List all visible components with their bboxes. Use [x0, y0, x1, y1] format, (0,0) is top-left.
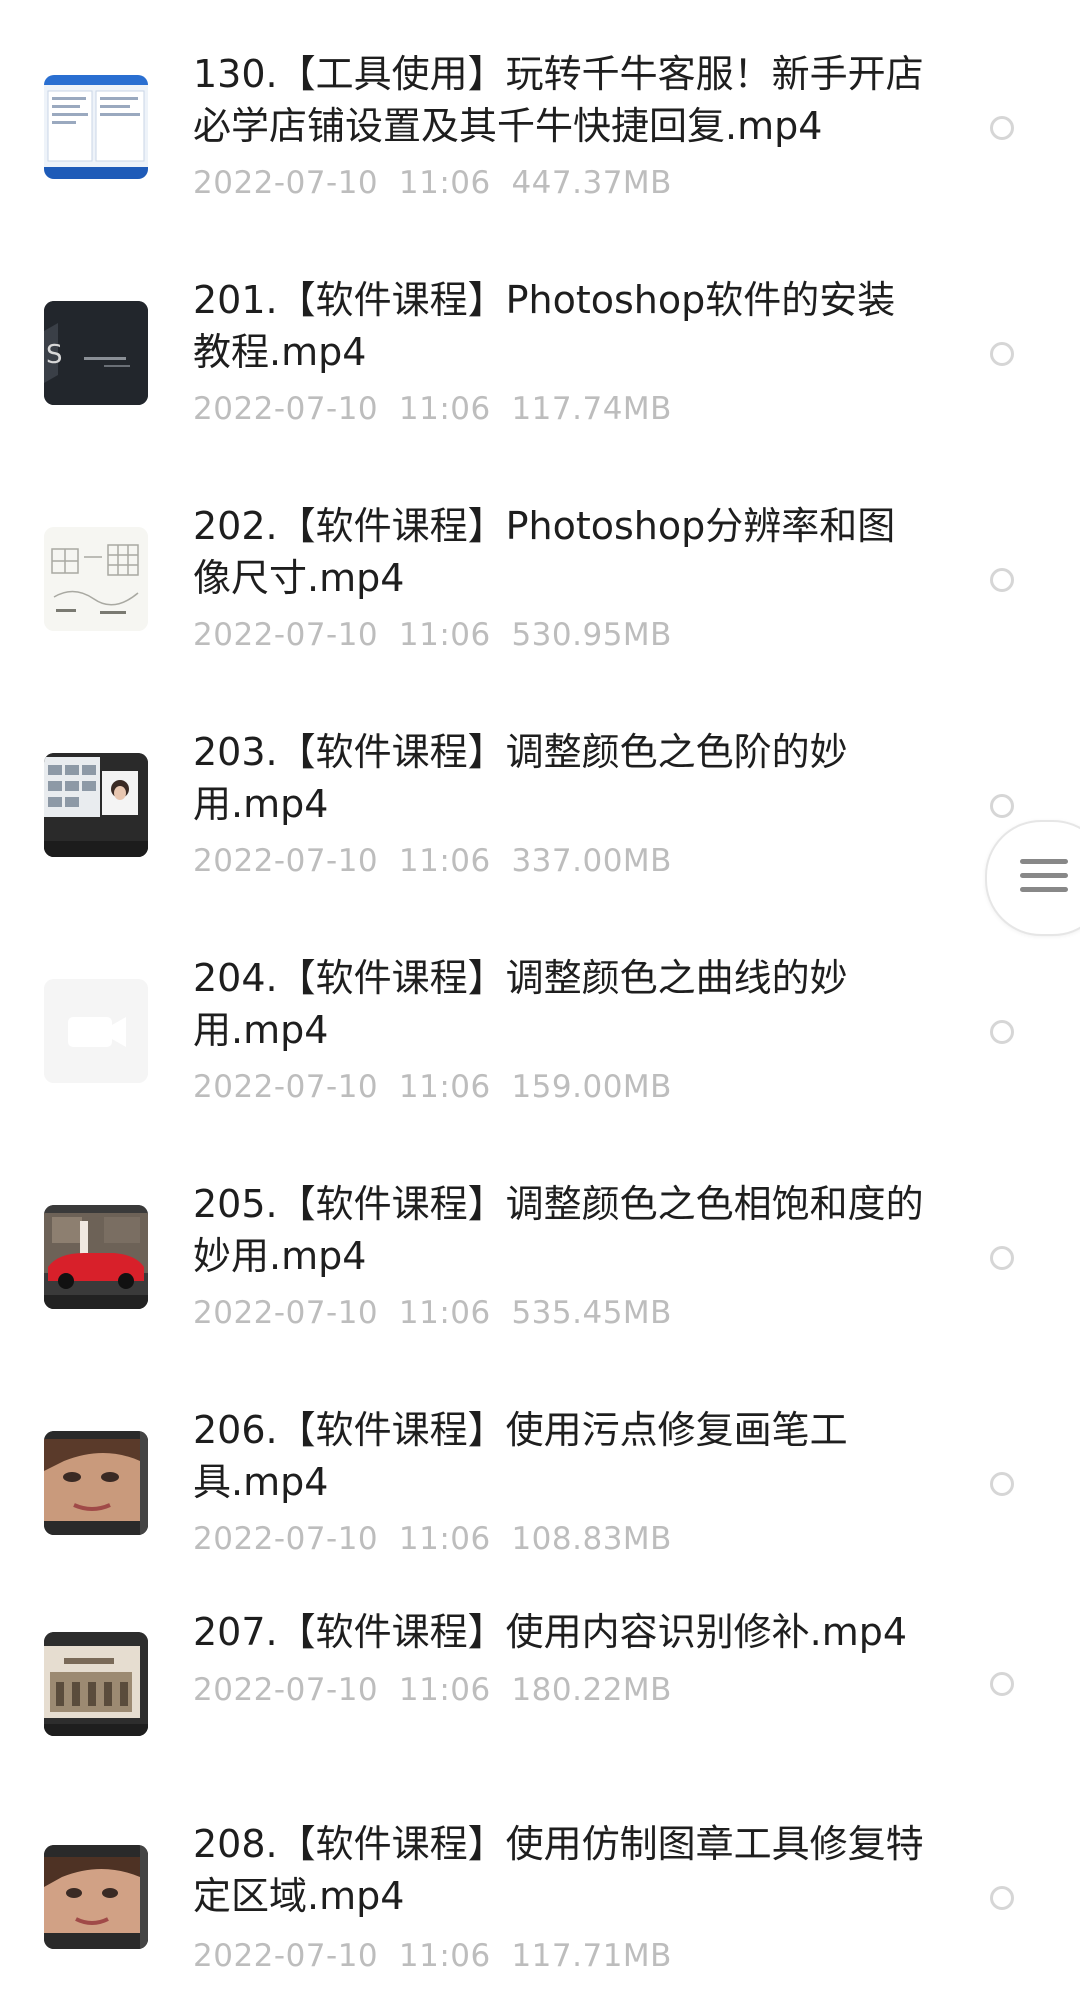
list-item[interactable]: 205.【软件课程】调整颜色之色相饱和度的妙用.mp4 2022-07-10 1…: [0, 1130, 1080, 1356]
file-time: 11:06: [398, 391, 491, 427]
file-meta: 2022-07-10 11:06 180.22MB: [193, 1672, 672, 1708]
file-time: 11:06: [398, 165, 491, 201]
select-radio[interactable]: [990, 116, 1014, 140]
file-date: 2022-07-10: [193, 1069, 379, 1105]
list-item[interactable]: 204.【软件课程】调整颜色之曲线的妙用.mp4 2022-07-10 11:0…: [0, 904, 1080, 1130]
select-radio[interactable]: [990, 342, 1014, 366]
file-meta: 2022-07-10 11:06 108.83MB: [193, 1521, 672, 1557]
file-name: 202.【软件课程】Photoshop分辨率和图像尺寸.mp4: [193, 504, 896, 600]
svg-text:S: S: [46, 340, 63, 370]
file-name: 130.【工具使用】玩转千牛客服！新手开店必学店铺设置及其千牛快捷回复.mp4: [193, 52, 924, 148]
file-size: 117.71MB: [511, 1938, 672, 1974]
select-radio[interactable]: [990, 1246, 1014, 1270]
file-date: 2022-07-10: [193, 1521, 379, 1557]
file-time: 11:06: [398, 1295, 491, 1331]
file-name: 203.【软件课程】调整颜色之色阶的妙用.mp4: [193, 730, 848, 826]
file-name: 205.【软件课程】调整颜色之色相饱和度的妙用.mp4: [193, 1182, 924, 1278]
file-time: 11:06: [398, 1672, 491, 1708]
file-meta: 2022-07-10 11:06 337.00MB: [193, 843, 672, 879]
list-item[interactable]: 202.【软件课程】Photoshop分辨率和图像尺寸.mp4 2022-07-…: [0, 452, 1080, 678]
select-radio[interactable]: [990, 568, 1014, 592]
select-radio[interactable]: [990, 1886, 1014, 1910]
dark-title-slide-thumbnail: S: [44, 301, 148, 405]
file-time: 11:06: [398, 1069, 491, 1105]
file-name: 207.【软件课程】使用内容识别修补.mp4: [193, 1610, 908, 1654]
file-size: 117.74MB: [511, 391, 672, 427]
file-meta: 2022-07-10 11:06 447.37MB: [193, 165, 672, 201]
file-time: 11:06: [398, 1521, 491, 1557]
file-meta: 2022-07-10 11:06 535.45MB: [193, 1295, 672, 1331]
file-meta: 2022-07-10 11:06 530.95MB: [193, 617, 672, 653]
select-radio[interactable]: [990, 1672, 1014, 1696]
file-date: 2022-07-10: [193, 843, 379, 879]
file-size: 535.45MB: [511, 1295, 672, 1331]
file-date: 2022-07-10: [193, 1672, 379, 1708]
file-name: 204.【软件课程】调整颜色之曲线的妙用.mp4: [193, 956, 848, 1052]
file-size: 159.00MB: [511, 1069, 672, 1105]
photoshop-window-thumbnail: [44, 753, 148, 857]
list-item[interactable]: 130.【工具使用】玩转千牛客服！新手开店必学店铺设置及其千牛快捷回复.mp4 …: [0, 0, 1080, 226]
file-time: 11:06: [398, 1938, 491, 1974]
file-name: 201.【软件课程】Photoshop软件的安装教程.mp4: [193, 278, 896, 374]
red-car-thumbnail: [44, 1205, 148, 1309]
file-meta: 2022-07-10 11:06 117.74MB: [193, 391, 672, 427]
select-radio[interactable]: [990, 794, 1014, 818]
select-radio[interactable]: [990, 1472, 1014, 1496]
portrait-thumbnail: [44, 1431, 148, 1535]
file-date: 2022-07-10: [193, 391, 379, 427]
video-placeholder-icon: [44, 979, 148, 1083]
select-radio[interactable]: [990, 1020, 1014, 1044]
file-time: 11:06: [398, 843, 491, 879]
list-item[interactable]: 207.【软件课程】使用内容识别修补.mp4 2022-07-10 11:06 …: [0, 1582, 1080, 1758]
list-item[interactable]: 203.【软件课程】调整颜色之色阶的妙用.mp4 2022-07-10 11:0…: [0, 678, 1080, 904]
sketch-thumbnail: [44, 527, 148, 631]
list-item[interactable]: 208.【软件课程】使用仿制图章工具修复特定区域.mp4 2022-07-10 …: [0, 1770, 1080, 1998]
list-item[interactable]: S 201.【软件课程】Photoshop软件的安装教程.mp4 2022-07…: [0, 226, 1080, 452]
menu-lines-icon: [1020, 859, 1068, 901]
file-date: 2022-07-10: [193, 617, 379, 653]
list-item[interactable]: 206.【软件课程】使用污点修复画笔工具.mp4 2022-07-10 11:0…: [0, 1356, 1080, 1582]
file-size: 108.83MB: [511, 1521, 672, 1557]
file-date: 2022-07-10: [193, 1295, 379, 1331]
file-date: 2022-07-10: [193, 165, 379, 201]
file-meta: 2022-07-10 11:06 159.00MB: [193, 1069, 672, 1105]
file-size: 530.95MB: [511, 617, 672, 653]
file-date: 2022-07-10: [193, 1938, 379, 1974]
file-size: 180.22MB: [511, 1672, 672, 1708]
file-name: 208.【软件课程】使用仿制图章工具修复特定区域.mp4: [193, 1822, 924, 1918]
file-time: 11:06: [398, 617, 491, 653]
building-thumbnail: [44, 1632, 148, 1736]
file-size: 337.00MB: [511, 843, 672, 879]
file-meta: 2022-07-10 11:06 117.71MB: [193, 1938, 672, 1974]
file-size: 447.37MB: [511, 165, 672, 201]
screenshot-thumbnail: [44, 75, 148, 179]
portrait-thumbnail: [44, 1845, 148, 1949]
file-name: 206.【软件课程】使用污点修复画笔工具.mp4: [193, 1408, 848, 1504]
